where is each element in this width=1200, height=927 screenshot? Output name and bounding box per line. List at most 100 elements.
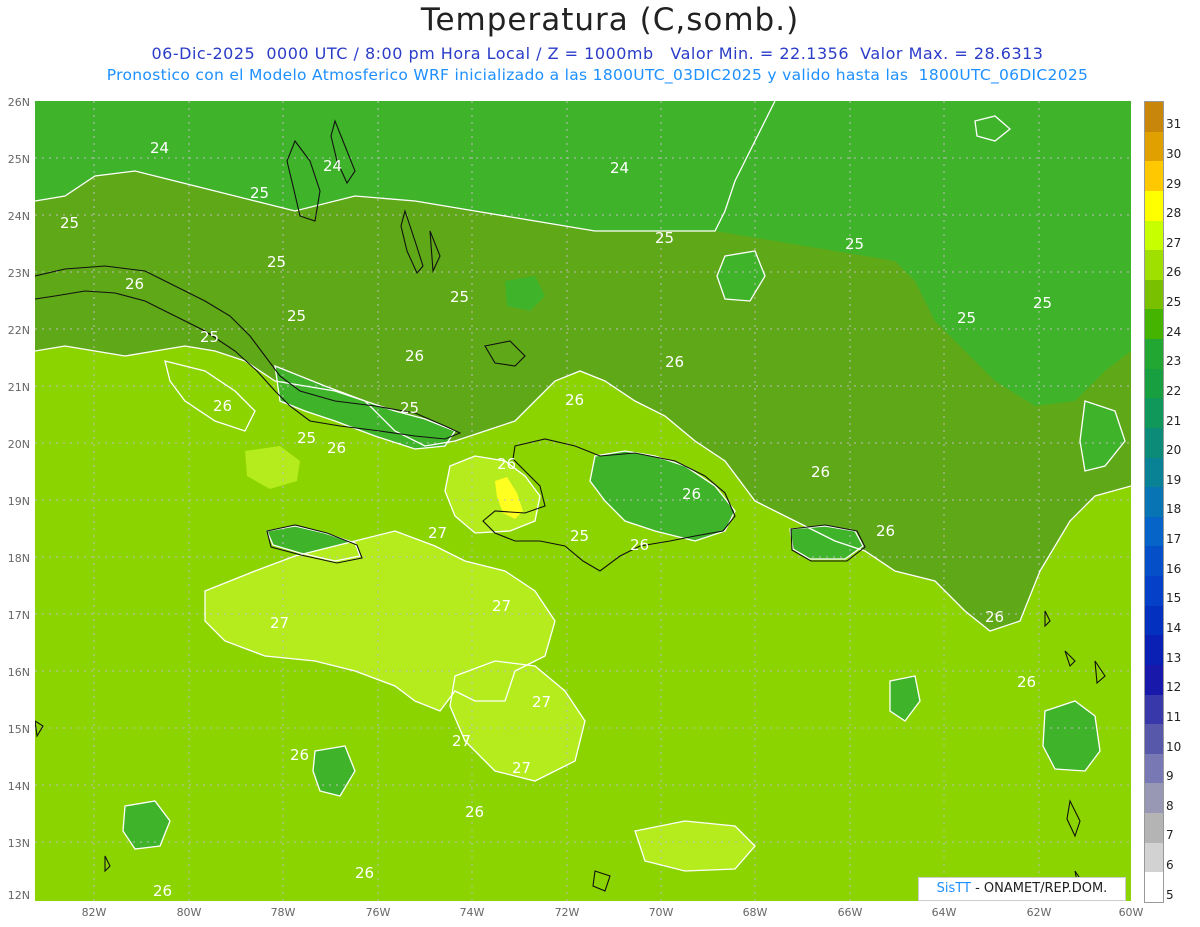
contour-label: 25 xyxy=(60,214,79,232)
colorbar-swatch xyxy=(1145,842,1163,873)
colorbar-tick-label: 14 xyxy=(1166,621,1182,635)
colorbar-swatch xyxy=(1145,368,1163,399)
lon-label-80w: 80W xyxy=(176,906,202,919)
colorbar-tick-label: 16 xyxy=(1166,561,1182,576)
colorbar xyxy=(1144,101,1164,903)
contour-label: 25 xyxy=(297,429,316,447)
colorbar-swatch xyxy=(1145,872,1163,903)
colorbar-tick-label: 28 xyxy=(1166,206,1182,221)
contour-label: 26 xyxy=(327,439,346,457)
lon-label-74w: 74W xyxy=(459,906,485,919)
map-subtitle-model: Pronostico con el Modelo Atmosferico WRF… xyxy=(106,66,1089,84)
contour-label: 25 xyxy=(450,288,469,306)
colorbar-swatch xyxy=(1145,724,1163,755)
lon-label-62w: 62W xyxy=(1026,906,1052,919)
contour-label: 26 xyxy=(1017,673,1036,691)
contour-label: 25 xyxy=(200,328,219,346)
contour-label: 25 xyxy=(570,527,589,545)
colorbar-tick-label: 20 xyxy=(1166,443,1182,458)
colorbar-swatch xyxy=(1145,102,1163,133)
colorbar-tick-label: 11 xyxy=(1166,709,1182,724)
contour-label: 25 xyxy=(1033,294,1052,312)
contour-label: 26 xyxy=(630,536,649,554)
colorbar-swatch xyxy=(1145,398,1163,429)
contour-label: 25 xyxy=(957,309,976,327)
lon-label-60w: 60W xyxy=(1118,906,1144,919)
contour-label: 26 xyxy=(682,485,701,503)
contour-label: 27 xyxy=(270,614,289,632)
colorbar-swatch xyxy=(1145,783,1163,814)
colorbar-swatch xyxy=(1145,516,1163,547)
lat-label-17n: 17N xyxy=(7,609,30,622)
colorbar-tick-label: 26 xyxy=(1166,265,1182,280)
colorbar-swatch xyxy=(1145,664,1163,696)
lon-label-76w: 76W xyxy=(365,906,391,919)
lat-label-25n: 25N xyxy=(7,153,30,166)
colorbar-swatch xyxy=(1145,546,1163,577)
colorbar-swatch xyxy=(1145,279,1163,310)
colorbar-swatch xyxy=(1145,813,1163,844)
colorbar-tick-label: 9 xyxy=(1166,769,1174,784)
lon-label-66w: 66W xyxy=(837,906,863,919)
contour-label: 24 xyxy=(610,159,629,177)
contour-label: 26 xyxy=(125,275,144,293)
contour-label: 25 xyxy=(250,184,269,202)
lat-label-21n: 21N xyxy=(7,381,30,394)
contour-label: 26 xyxy=(565,391,584,409)
colorbar-swatch xyxy=(1145,576,1163,607)
colorbar-swatch xyxy=(1145,635,1163,666)
lon-label-82w: 82W xyxy=(81,906,107,919)
colorbar-tick-label: 7 xyxy=(1166,828,1174,843)
colorbar-swatch xyxy=(1145,427,1163,459)
colorbar-tick-label: 17 xyxy=(1166,532,1182,547)
colorbar-tick-label: 6 xyxy=(1166,858,1174,873)
contour-label: 25 xyxy=(845,235,864,253)
contour-label: 25 xyxy=(287,307,306,325)
lon-label-78w: 78W xyxy=(270,906,296,919)
colorbar-swatch xyxy=(1145,605,1163,636)
lon-label-72w: 72W xyxy=(554,906,580,919)
contour-label: 26 xyxy=(665,353,684,371)
colorbar-tick-label: 30 xyxy=(1166,146,1182,161)
lat-label-26n: 26N xyxy=(7,96,30,109)
colorbar-swatch xyxy=(1145,190,1163,221)
colorbar-tick-label: 18 xyxy=(1166,502,1182,517)
contour-label: 24 xyxy=(323,157,342,175)
contour-label: 26 xyxy=(497,455,516,473)
lat-label-24n: 24N xyxy=(7,210,30,223)
contour-label: 27 xyxy=(428,524,447,542)
lat-label-23n: 23N xyxy=(7,267,30,280)
contour-label: 24 xyxy=(150,139,169,157)
colorbar-tick-label: 24 xyxy=(1166,324,1182,339)
colorbar-tick-label: 31 xyxy=(1166,117,1182,132)
lat-label-13n: 13N xyxy=(7,837,30,850)
credit-text: - ONAMET/REP.DOM. xyxy=(970,881,1108,896)
lon-label-70w: 70W xyxy=(648,906,674,919)
colorbar-tick-label: 8 xyxy=(1166,798,1174,813)
temperature-map: 24 24 24 25 25 25 25 25 25 25 25 25 25 2… xyxy=(35,101,1131,901)
contour-label: 26 xyxy=(405,347,424,365)
lat-label-22n: 22N xyxy=(7,324,30,337)
colorbar-tick-label: 23 xyxy=(1166,354,1182,369)
lat-label-14n: 14N xyxy=(7,780,30,793)
sispi-logo: SisTT xyxy=(936,881,971,896)
contour-label: 26 xyxy=(876,522,895,540)
lat-label-15n: 15N xyxy=(7,723,30,736)
map-subtitle-time: 06-Dic-2025 0000 UTC / 8:00 pm Hora Loca… xyxy=(151,44,1044,63)
contour-label: 25 xyxy=(267,253,286,271)
contour-label: 26 xyxy=(355,864,374,882)
contour-label: 26 xyxy=(290,746,309,764)
colorbar-tick-label: 21 xyxy=(1166,413,1182,428)
lat-label-16n: 16N xyxy=(7,666,30,679)
contour-label: 26 xyxy=(985,608,1004,626)
colorbar-swatch xyxy=(1145,339,1163,370)
colorbar-tick-label: 13 xyxy=(1166,650,1182,665)
credit-box: SisTT - ONAMET/REP.DOM. xyxy=(918,877,1126,901)
contour-label: 26 xyxy=(465,803,484,821)
colorbar-tick-label: 22 xyxy=(1166,383,1182,398)
contour-label: 27 xyxy=(512,759,531,777)
lat-label-20n: 20N xyxy=(7,438,30,451)
colorbar-tick-label: 15 xyxy=(1166,591,1182,606)
colorbar-swatch xyxy=(1145,161,1163,192)
contour-label: 26 xyxy=(153,882,172,900)
